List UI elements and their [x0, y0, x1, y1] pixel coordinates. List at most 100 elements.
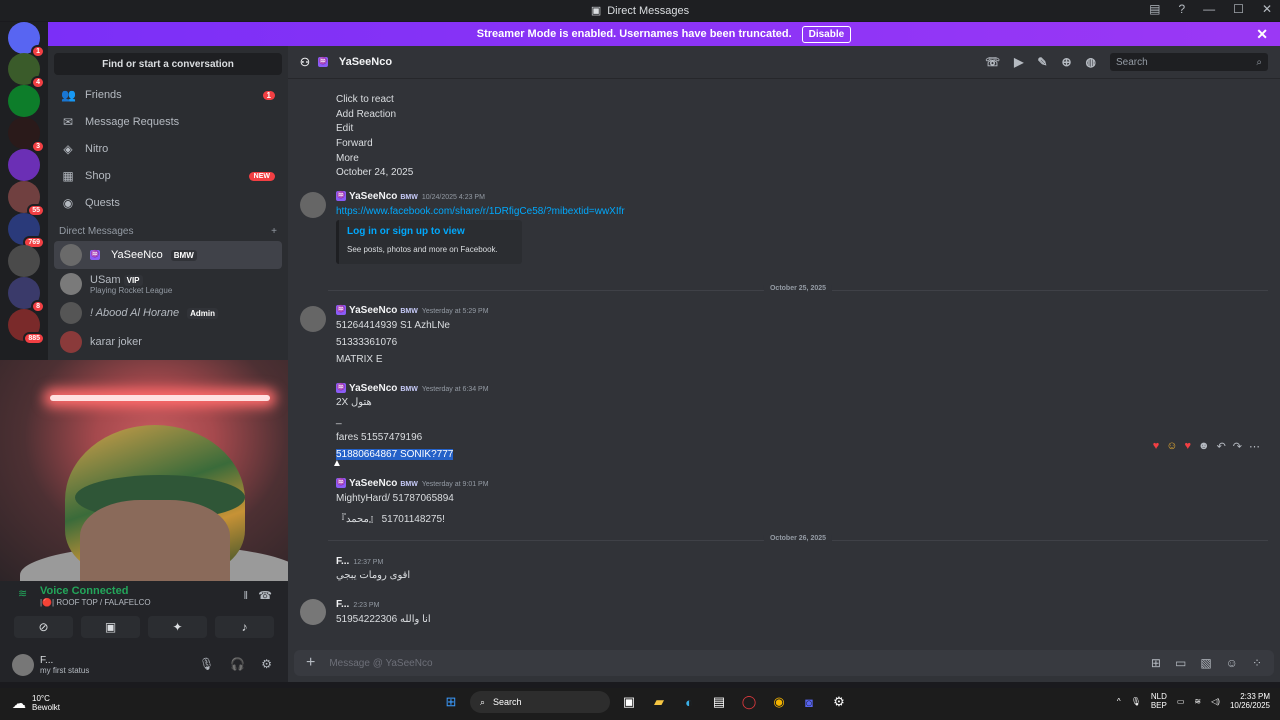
dm-item-karar[interactable]: karar joker	[54, 328, 282, 356]
chevron-up-icon[interactable]: ^	[1117, 697, 1121, 706]
language-indicator[interactable]: NLD BEP	[1151, 692, 1167, 710]
close-window-button[interactable]: ✕	[1262, 2, 1272, 16]
nav-shop[interactable]: ▦ Shop NEW	[54, 163, 282, 189]
close-banner-icon[interactable]: ✕	[1256, 26, 1268, 43]
context-item[interactable]: Click to react	[336, 94, 394, 105]
nav-quests[interactable]: ◉ Quests	[54, 190, 282, 216]
more-icon[interactable]: ⋯	[1249, 440, 1260, 453]
cloud-icon: ☁	[12, 694, 26, 711]
wifi-icon[interactable]: ≋	[1194, 697, 1201, 706]
server-icon[interactable]: 8	[8, 277, 45, 313]
chrome-icon[interactable]: ◉	[768, 691, 790, 713]
dm-item-abood[interactable]: ! Abood Al Horane Admin	[54, 299, 282, 327]
nav-friends[interactable]: 👥 Friends 1	[54, 82, 282, 108]
profile-icon[interactable]: ◍	[1086, 55, 1096, 69]
context-item[interactable]: More	[336, 153, 359, 164]
avatar[interactable]	[300, 192, 326, 218]
shop-icon: ▦	[62, 169, 74, 183]
heart-reaction-icon[interactable]: ♥	[1184, 440, 1191, 453]
nav-message-requests[interactable]: ✉ Message Requests	[54, 109, 282, 135]
windows-start-icon[interactable]: ⊞	[440, 691, 462, 713]
gift-icon[interactable]: ⊞	[1151, 656, 1161, 670]
avatar[interactable]	[300, 599, 326, 625]
apps-icon[interactable]: ⁘	[1252, 656, 1262, 670]
inbox-icon[interactable]: ▤	[1149, 2, 1160, 16]
embed-title[interactable]: Log in or sign up to view	[347, 226, 514, 237]
search-icon: ⌕	[1256, 56, 1262, 68]
find-conversation-input[interactable]: Find or start a conversation	[54, 53, 282, 75]
soundboard-button[interactable]: ♪	[215, 616, 274, 638]
server-icon[interactable]	[8, 149, 40, 181]
gif-icon[interactable]: ▭	[1175, 656, 1186, 670]
activities-button[interactable]: ✦	[148, 616, 207, 638]
window-title: ▣ Direct Messages	[590, 4, 690, 18]
task-view-icon[interactable]: ▣	[618, 691, 640, 713]
mic-icon[interactable]: 🎙	[199, 657, 214, 671]
attach-plus-icon[interactable]: +	[306, 654, 315, 672]
sticker-icon[interactable]: ▧	[1200, 656, 1211, 670]
server-icon[interactable]: 885	[8, 309, 45, 345]
context-item[interactable]: Add Reaction	[336, 109, 396, 120]
add-reaction-icon[interactable]: ☻	[1198, 440, 1210, 453]
forward-icon[interactable]: ↷	[1233, 440, 1242, 453]
camera-off-button[interactable]: ⊘	[14, 616, 73, 638]
date-divider: October 25, 2025	[328, 285, 1268, 292]
message-text: 『محمد』 51701148275!	[336, 514, 445, 525]
avatar	[12, 654, 34, 676]
zodiac-icon: ♒	[336, 383, 346, 394]
mail-icon: ✉	[62, 115, 74, 129]
gear-icon[interactable]: ⚙	[261, 657, 272, 671]
volume-icon[interactable]: ◁)	[1211, 697, 1220, 706]
zodiac-icon: ♒	[317, 57, 328, 67]
context-item[interactable]: Forward	[336, 138, 373, 149]
maximize-button[interactable]: ☐	[1233, 2, 1244, 16]
edge-icon[interactable]: ◐	[678, 691, 700, 713]
add-dm-icon[interactable]: +	[271, 226, 277, 237]
server-icon[interactable]: 3	[8, 117, 45, 153]
discord-icon[interactable]: ◙	[798, 691, 820, 713]
add-friends-icon[interactable]: ⊕	[1061, 55, 1071, 69]
user-panel[interactable]: F... my first status	[12, 654, 89, 676]
opera-icon[interactable]: ◯	[738, 691, 760, 713]
call-icon[interactable]: ☏	[985, 55, 1000, 69]
message-link[interactable]: https://www.facebook.com/share/r/1DRfigC…	[336, 206, 625, 217]
screen-share-button[interactable]: ▣	[81, 616, 140, 638]
server-icon[interactable]: 1	[8, 22, 45, 58]
message-action-bar: ♥ ☺ ♥ ☻ ↶ ↷ ⋯	[1153, 440, 1260, 453]
file-explorer-icon[interactable]: ▰	[648, 691, 670, 713]
clock[interactable]: 2:33 PM 10/26/2025	[1230, 692, 1270, 710]
noise-icon[interactable]: ‖	[243, 590, 248, 602]
heart-reaction-icon[interactable]: ♥	[1153, 440, 1160, 453]
help-icon[interactable]: ?	[1178, 2, 1185, 16]
disconnect-icon[interactable]: ☎	[258, 589, 272, 602]
dm-item-yaseenco[interactable]: ♒ YaSeeNco BMW	[54, 241, 282, 269]
message-composer[interactable]: + Message @ YaSeeNco ⊞ ▭ ▧ ☺ ⁘	[294, 650, 1274, 676]
streamer-mode-banner: Streamer Mode is enabled. Usernames have…	[48, 22, 1280, 46]
dm-item-usam[interactable]: USam VIP Playing Rocket League	[54, 270, 282, 298]
taskbar-search[interactable]: ⌕ Search	[470, 691, 610, 713]
server-icon[interactable]: 55	[8, 181, 45, 217]
headphones-icon[interactable]: 🎧	[230, 657, 245, 671]
mic-icon[interactable]: 🎙	[1131, 697, 1141, 706]
laugh-reaction-icon[interactable]: ☺	[1166, 440, 1177, 453]
search-icon: ⌕	[480, 696, 486, 707]
video-icon[interactable]: ▶	[1014, 55, 1023, 69]
emoji-icon[interactable]: ☺	[1226, 656, 1238, 670]
weather-widget[interactable]: ☁ 10°C Bewolkt	[12, 694, 60, 712]
disable-streamer-button[interactable]: Disable	[801, 25, 852, 43]
context-item[interactable]: Edit	[336, 123, 353, 134]
server-icon[interactable]: 4	[8, 53, 45, 89]
display-icon[interactable]: ▭	[1177, 697, 1185, 706]
pin-icon[interactable]: ✎	[1037, 55, 1047, 69]
nav-nitro[interactable]: ◈ Nitro	[54, 136, 282, 162]
reply-icon[interactable]: ↶	[1217, 440, 1226, 453]
minimize-button[interactable]: —	[1203, 2, 1215, 16]
avatar[interactable]	[300, 306, 326, 332]
chat-search-input[interactable]: Search ⌕	[1110, 53, 1268, 71]
message-text: fares 51557479196	[336, 432, 423, 443]
server-icon[interactable]: 769	[8, 213, 45, 249]
server-icon[interactable]	[8, 85, 40, 117]
settings-icon[interactable]: ⚙	[828, 691, 850, 713]
server-icon[interactable]	[8, 245, 40, 277]
store-icon[interactable]: ▤	[708, 691, 730, 713]
